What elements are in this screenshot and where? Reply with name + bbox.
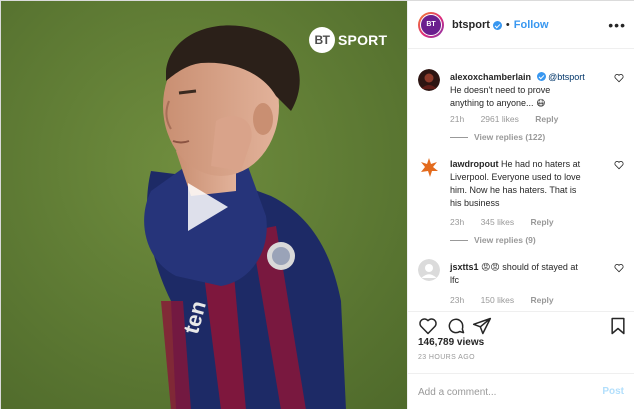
comment-line: He had no haters at [501, 159, 581, 169]
comment-text: lawdropout He had no haters at Liverpool… [450, 158, 610, 210]
commenter-avatar[interactable] [418, 156, 440, 178]
share-icon[interactable] [472, 316, 492, 336]
comment-line: 😡😡 should of stayed at [481, 262, 578, 272]
reply-button[interactable]: Reply [535, 114, 558, 124]
comment-username[interactable]: lawdropout [450, 159, 499, 169]
comment-meta: 23h 150 likes Reply [450, 295, 568, 305]
avatar-text: BT [420, 13, 442, 36]
comment-text: jsxtts1 😡😡 should of stayed at lfc [450, 261, 610, 287]
comment-like-heart-icon[interactable] [614, 160, 624, 170]
comment-time: 21h [450, 114, 465, 124]
separator-dot: • [505, 18, 510, 31]
comment-likes[interactable]: 2961 likes [481, 114, 519, 124]
comment-username[interactable]: alexoxchamberlain [450, 72, 531, 82]
comments-list[interactable]: alexoxchamberlain @btsport He doesn't ne… [408, 49, 634, 311]
follow-button[interactable]: Follow [514, 19, 549, 31]
play-icon[interactable] [176, 179, 232, 235]
comment-time: 23h [450, 295, 465, 305]
comment-item: lawdropout He had no haters at Liverpool… [418, 156, 630, 248]
comment-likes[interactable]: 345 likes [481, 217, 515, 227]
comment-line: He doesn't need to prove [450, 85, 551, 95]
comment-line: him. Now he has haters. That is [450, 185, 577, 195]
post-timestamp[interactable]: 23 HOURS AGO [418, 354, 475, 361]
more-options-icon[interactable]: ••• [608, 17, 626, 33]
comment-line: anything to anyone... 😷 [450, 98, 546, 108]
post-header: BT btsport • Follow ••• [408, 1, 634, 49]
reply-button[interactable]: Reply [531, 295, 554, 305]
add-comment-bar: Post [408, 373, 634, 409]
bt-sport-text: SPORT [338, 32, 388, 48]
comment-username[interactable]: jsxtts1 [450, 262, 479, 272]
comment-meta: 21h 2961 likes Reply [450, 114, 572, 124]
comment-time: 23h [450, 217, 465, 227]
add-comment-input[interactable] [418, 383, 588, 401]
view-replies-button[interactable]: View replies (122) [460, 132, 545, 142]
verified-badge-icon [492, 21, 502, 30]
commenter-avatar[interactable] [418, 259, 440, 281]
comment-text: alexoxchamberlain @btsport He doesn't ne… [450, 71, 610, 110]
comment-mention[interactable]: @btsport [548, 72, 585, 82]
comment-line: lfc [450, 275, 459, 285]
heart-icon[interactable] [418, 316, 438, 336]
post-comment-button[interactable]: Post [602, 386, 624, 397]
instagram-post-embed: ten BT SPORT BT btsport • Follow ••• ale… [0, 0, 634, 409]
video-player[interactable]: ten BT SPORT [1, 1, 407, 409]
comment-item: jsxtts1 😡😡 should of stayed at lfc 23h 1… [418, 259, 630, 311]
avatar[interactable]: BT [418, 11, 444, 38]
bookmark-icon[interactable] [608, 316, 628, 336]
reply-button[interactable]: Reply [531, 217, 554, 227]
comment-icon[interactable] [446, 316, 466, 336]
view-replies-button[interactable]: View replies (9) [460, 235, 536, 245]
comment-line: his business [450, 198, 500, 208]
comment-meta: 23h 345 likes Reply [450, 217, 568, 227]
comment-like-heart-icon[interactable] [614, 73, 624, 83]
commenter-avatar[interactable] [418, 69, 440, 91]
comment-item: alexoxchamberlain @btsport He doesn't ne… [418, 69, 630, 149]
verified-badge-icon [536, 72, 546, 81]
comment-like-heart-icon[interactable] [614, 263, 624, 273]
post-side-panel: BT btsport • Follow ••• alexoxchamberlai… [407, 1, 634, 409]
bt-sport-watermark: BT SPORT [309, 27, 387, 53]
comment-line: Liverpool. Everyone used to love [450, 172, 581, 182]
views-count[interactable]: 146,789 views [418, 337, 484, 348]
comment-likes[interactable]: 150 likes [481, 295, 515, 305]
bt-logo: BT [309, 27, 335, 53]
post-author-username[interactable]: btsport [452, 19, 490, 31]
